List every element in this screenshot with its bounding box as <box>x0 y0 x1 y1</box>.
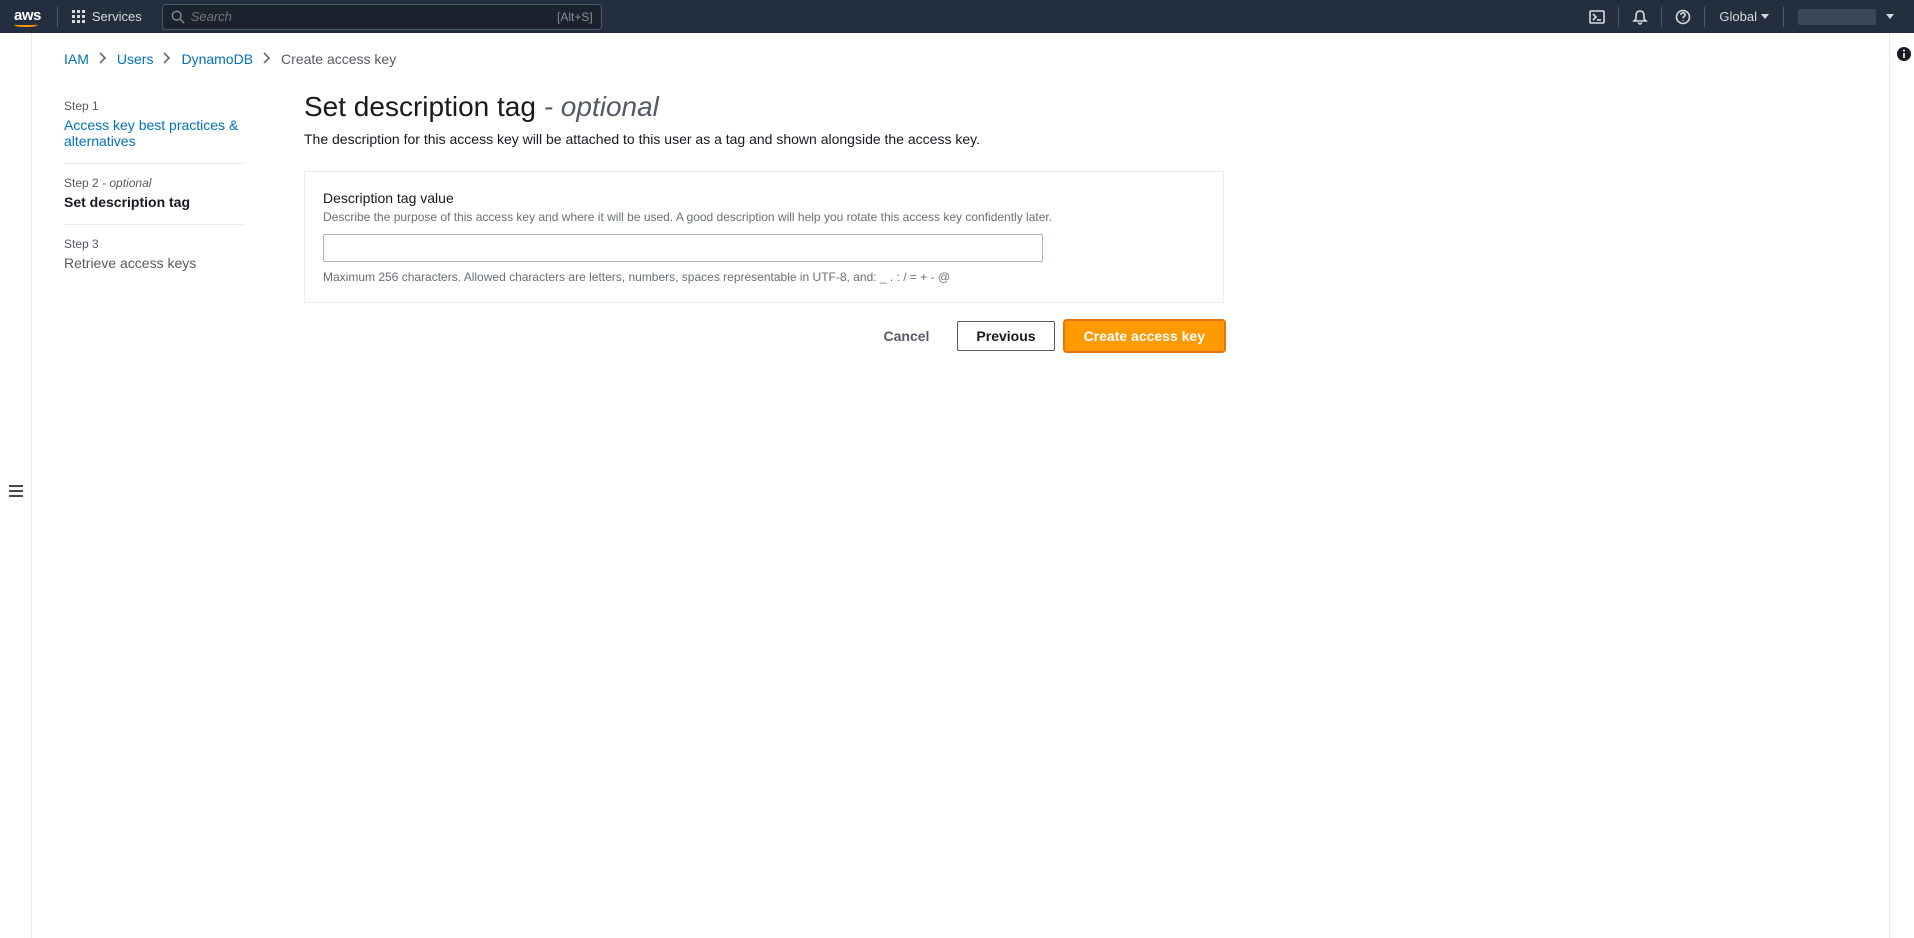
step-title: Set description tag <box>64 194 244 210</box>
description-tag-panel: Description tag value Describe the purpo… <box>304 171 1224 303</box>
services-menu-button[interactable]: Services <box>62 5 152 28</box>
search-shortcut-hint: [Alt+S] <box>557 10 593 24</box>
chevron-down-icon <box>1886 14 1894 19</box>
nav-divider <box>1661 7 1662 27</box>
open-help-panel-button[interactable] <box>1894 45 1914 65</box>
help-button[interactable] <box>1666 0 1700 33</box>
global-search[interactable]: [Alt+S] <box>162 4 602 30</box>
wizard-step-2: Step 2 - optional Set description tag <box>64 163 244 224</box>
help-icon <box>1675 9 1691 25</box>
breadcrumb-dynamodb[interactable]: DynamoDB <box>181 51 253 67</box>
hamburger-icon <box>8 484 24 498</box>
right-panel-border <box>1889 33 1890 938</box>
cloudshell-icon <box>1589 9 1605 25</box>
field-help-text: Describe the purpose of this access key … <box>323 210 1205 224</box>
nav-divider <box>1618 7 1619 27</box>
nav-divider <box>57 7 58 27</box>
step-label: Step 2 - optional <box>64 176 244 190</box>
info-icon <box>1896 46 1912 62</box>
wizard-actions: Cancel Previous Create access key <box>304 321 1224 351</box>
aws-navbar: aws Services [Alt+S] Global <box>0 0 1914 33</box>
region-selector[interactable]: Global <box>1709 0 1779 33</box>
field-label: Description tag value <box>323 190 1205 206</box>
aws-logo[interactable]: aws <box>10 7 53 27</box>
step-title: Retrieve access keys <box>64 255 244 271</box>
search-icon <box>171 10 185 24</box>
nav-divider <box>1783 7 1784 27</box>
chevron-right-icon <box>263 51 271 67</box>
wizard-step-1[interactable]: Step 1 Access key best practices & alter… <box>64 99 244 163</box>
cloudshell-button[interactable] <box>1580 0 1614 33</box>
breadcrumb-current: Create access key <box>281 51 396 67</box>
breadcrumb-users[interactable]: Users <box>117 51 154 67</box>
notifications-button[interactable] <box>1623 0 1657 33</box>
nav-divider <box>1704 7 1705 27</box>
step-title: Access key best practices & alternatives <box>64 117 244 149</box>
description-tag-input[interactable] <box>323 234 1043 262</box>
aws-smile-icon <box>14 21 38 27</box>
wizard-content: Set description tag - optional The descr… <box>264 81 1264 351</box>
side-drawer-toggle-column <box>0 33 32 938</box>
grid-icon <box>72 10 86 24</box>
breadcrumb-iam[interactable]: IAM <box>64 51 89 67</box>
chevron-right-icon <box>163 51 171 67</box>
page-title: Set description tag - optional <box>304 91 1224 123</box>
previous-button[interactable]: Previous <box>957 321 1054 351</box>
open-side-panel-button[interactable] <box>8 47 24 938</box>
bell-icon <box>1632 9 1648 25</box>
region-label: Global <box>1719 9 1757 24</box>
search-input[interactable] <box>191 9 557 24</box>
account-id-redacted <box>1798 9 1876 25</box>
breadcrumb: IAM Users DynamoDB Create access key <box>32 33 1914 81</box>
step-label: Step 1 <box>64 99 244 113</box>
field-constraint-text: Maximum 256 characters. Allowed characte… <box>323 270 1205 284</box>
wizard-steps: Step 1 Access key best practices & alter… <box>64 81 264 351</box>
wizard-step-3: Step 3 Retrieve access keys <box>64 224 244 285</box>
page-description: The description for this access key will… <box>304 131 1224 147</box>
create-access-key-button[interactable]: Create access key <box>1065 321 1224 351</box>
chevron-down-icon <box>1761 14 1769 19</box>
account-menu[interactable] <box>1788 0 1904 33</box>
services-label: Services <box>92 9 142 24</box>
chevron-right-icon <box>99 51 107 67</box>
step-label: Step 3 <box>64 237 244 251</box>
cancel-button[interactable]: Cancel <box>866 321 948 351</box>
